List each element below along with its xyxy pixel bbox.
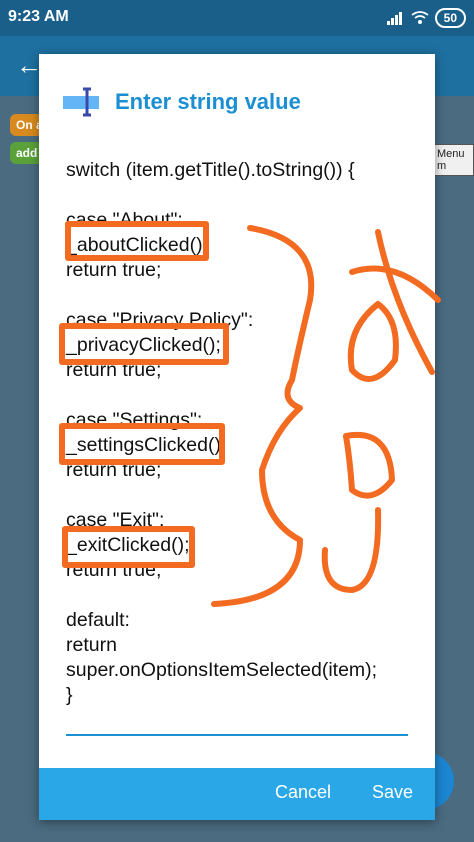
wifi-icon xyxy=(411,11,429,24)
status-bar: 9:23 AM 50 xyxy=(0,0,474,36)
code-line: _exitClicked(); xyxy=(66,534,190,556)
code-input-field[interactable]: switch (item.getTitle().toString()) { cas… xyxy=(66,158,426,708)
dialog-actions: Cancel Save xyxy=(39,768,435,820)
code-line: case "Exit": xyxy=(66,509,165,531)
menu-block[interactable]: Menu m xyxy=(432,144,474,176)
code-line: return true; xyxy=(66,359,162,381)
cancel-button[interactable]: Cancel xyxy=(275,782,331,803)
code-line: _settingsClicked(); xyxy=(66,434,227,456)
code-line: default: xyxy=(66,609,130,631)
code-line: } xyxy=(66,684,73,706)
code-line: super.onOptionsItemSelected(item); xyxy=(66,659,378,681)
dialog-header: Enter string value xyxy=(63,86,301,118)
code-line: return true; xyxy=(66,259,162,281)
status-icons: 50 xyxy=(386,8,466,28)
code-line: _privacyClicked(); xyxy=(66,334,221,356)
dialog-title: Enter string value xyxy=(115,89,301,114)
battery-icon: 50 xyxy=(434,8,466,28)
text-cursor-icon xyxy=(63,86,103,118)
status-time: 9:23 AM xyxy=(8,8,69,25)
input-underline xyxy=(66,734,408,736)
code-line: return true; xyxy=(66,459,162,481)
code-line: case "About": xyxy=(66,209,183,231)
code-line: case "Settings": xyxy=(66,409,203,431)
string-input-dialog: Enter string value switch (item.getTitle… xyxy=(39,54,435,820)
code-line: case "Privacy Policy": xyxy=(66,309,254,331)
save-button[interactable]: Save xyxy=(372,782,413,803)
code-line: _aboutClicked(); xyxy=(66,234,208,256)
code-line: return xyxy=(66,634,117,656)
signal-icon xyxy=(386,12,402,25)
code-line: switch (item.getTitle().toString()) { xyxy=(66,159,355,181)
code-line: return true; xyxy=(66,559,162,581)
